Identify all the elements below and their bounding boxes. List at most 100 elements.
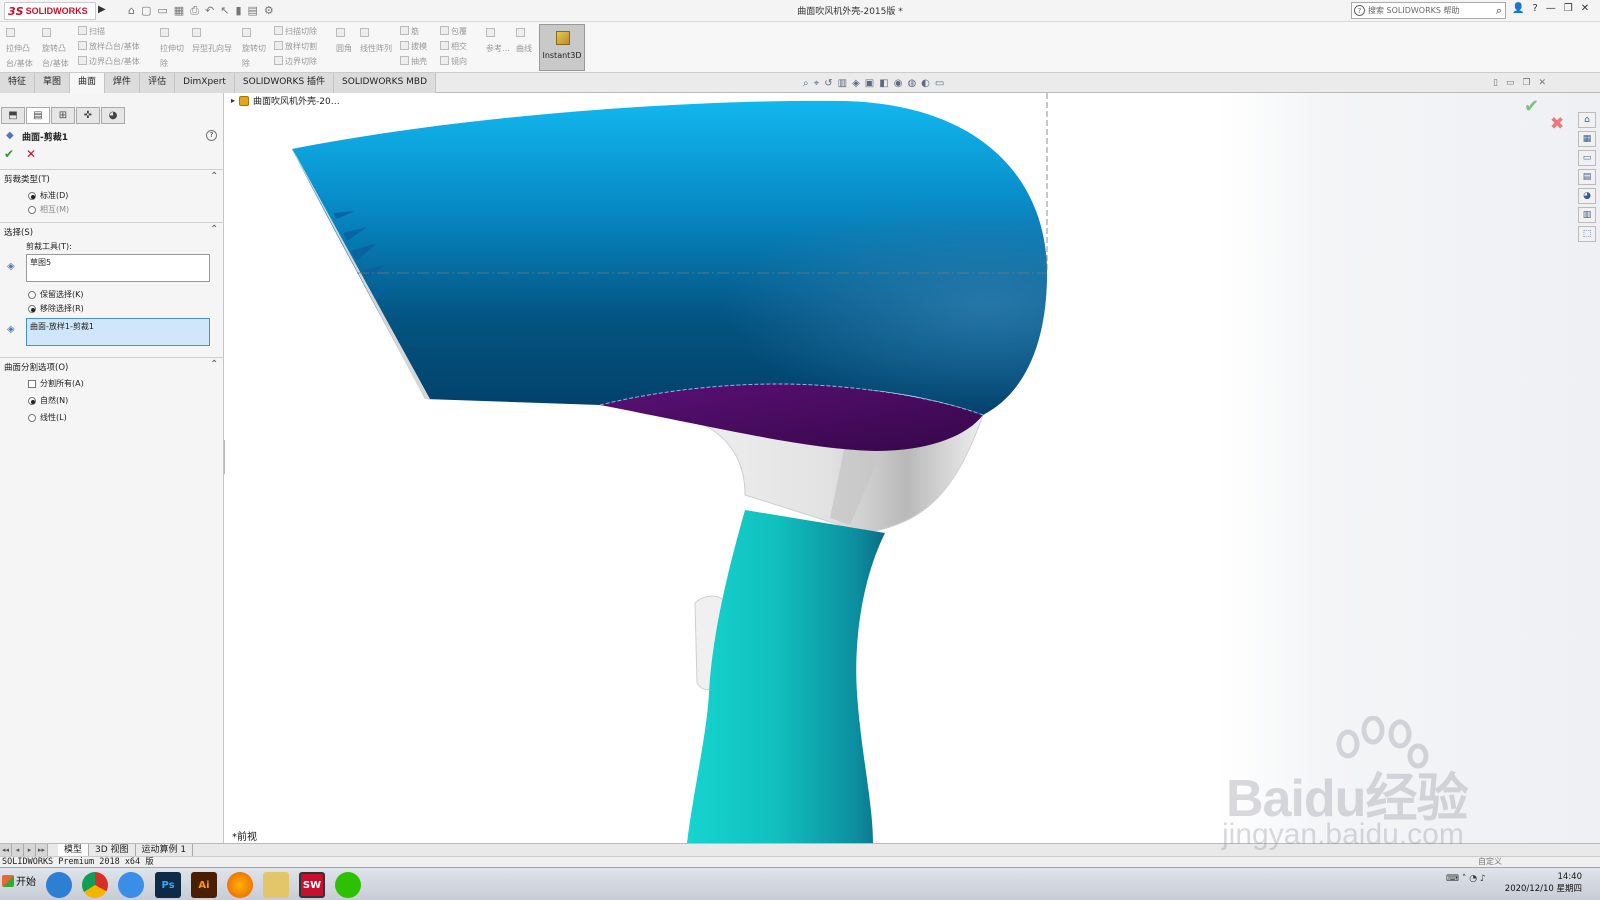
lofted-cut-button[interactable]: 放样切割 (274, 39, 317, 54)
tab-features[interactable]: 特征 (0, 73, 36, 93)
baidu-netdisk-app-icon[interactable] (118, 872, 144, 898)
solidworks-logo[interactable]: 3S SOLIDWORKS (4, 2, 96, 20)
boundary-boss-button[interactable]: 边界凸台/基体 (78, 54, 140, 69)
confirmation-cancel-icon[interactable]: ✖ (1550, 114, 1564, 134)
wechat-app-icon[interactable] (335, 872, 361, 898)
keep-selections-radio[interactable] (28, 290, 36, 299)
draft-button[interactable]: 拔模 (400, 39, 427, 54)
cancel-button[interactable]: ✕ (26, 147, 36, 161)
fillet-button[interactable]: 圆角 (336, 26, 352, 56)
dimxpert-manager-tab-icon[interactable]: ✜ (76, 107, 100, 124)
apply-scene-icon[interactable]: ◐ (921, 78, 930, 89)
mirror-button[interactable]: 镜向 (440, 54, 467, 69)
remove-selections-option[interactable]: 移除选择(R) (28, 303, 84, 314)
undo-icon[interactable]: ↶ (205, 4, 214, 18)
trim-type-mutual-option[interactable]: 相互(M) (28, 204, 69, 215)
zoom-to-area-icon[interactable]: ⌖ (814, 78, 820, 89)
search-icon[interactable]: ⌕ (1496, 4, 1502, 18)
trim-tool-selection-box[interactable]: 草图5 (26, 254, 210, 282)
chrome-app-icon[interactable] (82, 872, 108, 898)
ok-button[interactable]: ✔ (4, 147, 14, 161)
feature-manager-tab-icon[interactable]: ⬒ (1, 107, 25, 124)
linear-option[interactable]: 线性(L) (28, 412, 67, 423)
split-options-section-header[interactable]: 曲面分割选项(O) ⌃ (0, 357, 224, 373)
hide-show-items-icon[interactable]: ◉ (894, 78, 903, 89)
system-clock[interactable]: 14:40 2020/12/10 星期四 (1497, 871, 1582, 895)
section-view-icon[interactable]: ▥ (838, 78, 847, 89)
display-style-icon[interactable]: ◧ (879, 78, 888, 89)
curves-button[interactable]: 曲线 (516, 26, 532, 56)
appearances-icon[interactable]: ◕ (1578, 188, 1596, 204)
tab-sketch[interactable]: 草图 (35, 73, 71, 93)
graphics-area[interactable]: ▸ 曲面吹风机外壳-20… Y X (225, 93, 1600, 843)
instant3d-button[interactable]: Instant3D (539, 24, 585, 71)
lofted-boss-button[interactable]: 放样凸台/基体 (78, 39, 140, 54)
forum-icon[interactable]: ⬚ (1578, 226, 1596, 242)
close-button[interactable]: ✕ (1581, 3, 1589, 14)
firefox-app-icon[interactable] (227, 872, 253, 898)
shell-button[interactable]: 抽壳 (400, 54, 427, 69)
viewport-split-icon[interactable]: ▯ (1493, 78, 1498, 88)
home-icon[interactable]: ⌂ (128, 4, 135, 18)
file-explorer-icon[interactable]: ▭ (1578, 150, 1596, 166)
illustrator-app-icon[interactable]: Ai (191, 872, 217, 898)
photoshop-app-icon[interactable]: Ps (155, 872, 181, 898)
collapse-chevron-icon[interactable]: ⌃ (210, 171, 218, 182)
restore-button[interactable]: ❐ (1564, 3, 1573, 14)
mutual-radio[interactable] (28, 205, 36, 214)
custom-properties-icon[interactable]: ▥ (1578, 207, 1596, 223)
user-icon[interactable]: 👤 (1512, 3, 1524, 14)
new-document-icon[interactable]: ▢ (141, 4, 151, 18)
natural-radio[interactable] (28, 396, 36, 405)
configuration-manager-tab-icon[interactable]: ⊞ (51, 107, 75, 124)
viewport-restore-icon[interactable]: ❐ (1522, 78, 1530, 88)
browser-app-icon[interactable] (46, 872, 72, 898)
collapse-chevron-icon[interactable]: ⌃ (210, 224, 218, 235)
previous-view-icon[interactable]: ↺ (824, 78, 832, 89)
selections-section-header[interactable]: 选择(S) ⌃ (0, 222, 224, 238)
help-search-input[interactable]: ? 搜索 SOLIDWORKS 帮助 ⌕ (1351, 2, 1506, 19)
rib-button[interactable]: 筋 (400, 24, 419, 39)
first-tab-icon[interactable]: ◂◂ (0, 844, 12, 856)
tab-model[interactable]: 模型 (58, 844, 90, 856)
collapse-chevron-icon[interactable]: ⌃ (210, 359, 218, 370)
linear-radio[interactable] (28, 413, 36, 422)
swept-boss-button[interactable]: 扫描 (78, 24, 105, 39)
network-icon[interactable]: ◔ (1469, 874, 1477, 884)
keep-selections-option[interactable]: 保留选择(K) (28, 289, 84, 300)
view-orientation-icon[interactable]: ▣ (865, 78, 874, 89)
revolved-boss-button[interactable]: 旋转凸 台/基体 (42, 26, 69, 71)
extruded-cut-button[interactable]: 拉伸切除 (160, 26, 184, 71)
tab-dimxpert[interactable]: DimXpert (175, 73, 235, 93)
save-icon[interactable]: ▦ (174, 4, 184, 18)
extruded-boss-button[interactable]: 拉伸凸 台/基体 (6, 26, 33, 71)
property-manager-tab-icon[interactable]: ▤ (26, 107, 50, 124)
display-manager-tab-icon[interactable]: ◕ (101, 107, 125, 124)
hair-dryer-model[interactable] (225, 93, 1600, 843)
expand-arrow-icon[interactable]: ▸ (231, 96, 235, 105)
trim-type-section-header[interactable]: 剪裁类型(T) ⌃ (0, 169, 224, 185)
volume-icon[interactable]: ♪ (1480, 874, 1486, 884)
solidworks-app-icon[interactable]: SW (299, 872, 325, 898)
remove-selections-radio[interactable] (28, 304, 36, 313)
viewport-close-icon[interactable]: ✕ (1539, 78, 1547, 88)
tab-weldments[interactable]: 焊件 (105, 73, 141, 93)
view-settings-icon[interactable]: ▭ (935, 78, 944, 89)
tab-3d-views[interactable]: 3D 视图 (89, 844, 136, 856)
standard-radio[interactable] (28, 191, 36, 200)
help-button[interactable]: ? (206, 130, 217, 141)
tab-motion-study[interactable]: 运动算例 1 (136, 844, 194, 856)
confirmation-ok-icon[interactable]: ✔ (1524, 96, 1539, 117)
start-button[interactable]: 开始 (2, 873, 36, 888)
split-all-checkbox[interactable] (28, 379, 36, 388)
natural-option[interactable]: 自然(N) (28, 395, 68, 406)
zoom-to-fit-icon[interactable]: ⌕ (803, 78, 809, 89)
prev-tab-icon[interactable]: ◂ (12, 844, 24, 856)
trim-type-standard-option[interactable]: 标准(D) (28, 190, 68, 201)
last-tab-icon[interactable]: ▸▸ (36, 844, 48, 856)
tab-solidworks-mbd[interactable]: SOLIDWORKS MBD (334, 73, 437, 93)
explorer-app-icon[interactable] (263, 872, 289, 898)
tab-surfaces[interactable]: 曲面 (70, 73, 106, 93)
next-tab-icon[interactable]: ▸ (24, 844, 36, 856)
solidworks-resources-icon[interactable]: ⌂ (1578, 112, 1596, 128)
